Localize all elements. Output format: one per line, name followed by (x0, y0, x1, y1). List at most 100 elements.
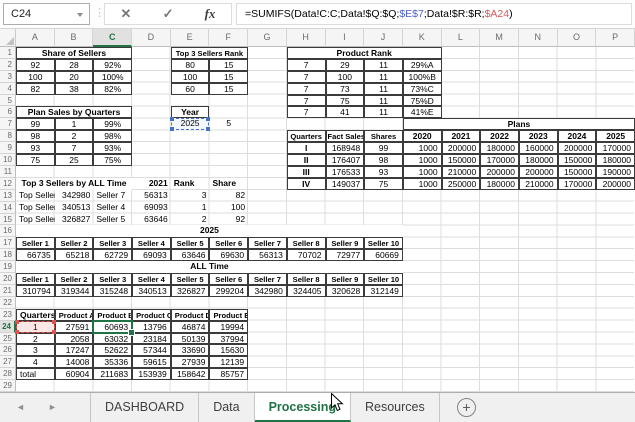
row-header-17[interactable]: 17 (0, 237, 16, 249)
cell-B18[interactable]: 65218 (55, 249, 94, 261)
cell-E20[interactable]: Seller 5 (171, 273, 210, 285)
cell-I9[interactable]: 168948 (326, 142, 365, 154)
cell-D21[interactable]: 340513 (132, 285, 171, 297)
cell-I11[interactable]: 176533 (326, 166, 365, 178)
row-header-21[interactable]: 21 (0, 285, 16, 297)
cell-C17[interactable]: Seller 3 (93, 237, 132, 249)
cell-F28[interactable]: 85757 (209, 368, 248, 380)
name-box-dropdown-icon[interactable] (77, 13, 83, 17)
cell-M8[interactable]: 2022 (480, 130, 519, 142)
cell-J10[interactable]: 98 (364, 154, 403, 166)
cell-B13[interactable]: 342980 (55, 190, 94, 202)
cell-B23[interactable]: Product A (55, 309, 94, 321)
cell-E12[interactable]: Rank (171, 178, 210, 190)
cell-E28[interactable]: 158642 (171, 368, 210, 380)
row-header-29[interactable]: 29 (0, 380, 16, 392)
cell-D12[interactable]: 2021 (132, 178, 171, 190)
cell-L10[interactable]: 150000 (442, 154, 481, 166)
row-header-5[interactable]: 5 (0, 95, 16, 107)
cell-K8[interactable]: 2020 (403, 130, 442, 142)
cell-C27[interactable]: 35336 (93, 356, 132, 368)
cell-A7[interactable]: 99 (16, 118, 55, 130)
cell-B27[interactable]: 14008 (55, 356, 94, 368)
cell-C25[interactable]: 63032 (93, 333, 132, 345)
cell-F3[interactable]: 15 (209, 71, 248, 83)
cell-F20[interactable]: Seller 6 (209, 273, 248, 285)
cell-L9[interactable]: 200000 (442, 142, 481, 154)
cell-H12[interactable]: IV (287, 178, 326, 190)
cell-F24[interactable]: 19994 (209, 321, 248, 333)
cell-F12[interactable]: Share (209, 178, 248, 190)
cell-K12[interactable]: 1000 (403, 178, 442, 190)
cell-K7[interactable]: Plans (403, 118, 635, 130)
cell-A14[interactable]: Top Seller 2 (16, 202, 55, 214)
cell-C7[interactable]: 99% (93, 118, 132, 130)
cell-H9[interactable]: I (287, 142, 326, 154)
cell-I12[interactable]: 149037 (326, 178, 365, 190)
cell-F7[interactable]: 5 (209, 118, 248, 130)
cell-E26[interactable]: 33690 (171, 344, 210, 356)
cell-H1[interactable]: Product Rank (287, 47, 442, 59)
cell-J9[interactable]: 99 (364, 142, 403, 154)
row-header-9[interactable]: 9 (0, 142, 16, 154)
cell-C18[interactable]: 62729 (93, 249, 132, 261)
cell-K6[interactable]: 41%E (403, 106, 442, 118)
cell-K9[interactable]: 1000 (403, 142, 442, 154)
col-header-E[interactable]: E (171, 29, 210, 47)
cell-A20[interactable]: Seller 1 (16, 273, 55, 285)
cell-E24[interactable]: 46874 (171, 321, 210, 333)
cell-F26[interactable]: 15630 (209, 344, 248, 356)
cell-H4[interactable]: 7 (287, 83, 326, 95)
sheet-tab-resources[interactable]: Resources (351, 393, 440, 422)
cell-K3[interactable]: 100%B (403, 71, 442, 83)
cell-J21[interactable]: 312149 (364, 285, 403, 297)
cell-A26[interactable]: 3 (16, 344, 55, 356)
cell-E18[interactable]: 63646 (171, 249, 210, 261)
cell-I2[interactable]: 29 (326, 59, 365, 71)
cell-B9[interactable]: 7 (55, 142, 94, 154)
cell-M10[interactable]: 170000 (480, 154, 519, 166)
cell-E4[interactable]: 60 (171, 83, 210, 95)
cell-L11[interactable]: 210000 (442, 166, 481, 178)
cell-J12[interactable]: 75 (364, 178, 403, 190)
cell-A13[interactable]: Top Seller 1 (16, 190, 55, 202)
cell-C28[interactable]: 211683 (93, 368, 132, 380)
cell-O12[interactable]: 170000 (558, 178, 597, 190)
row-header-24[interactable]: 24 (0, 321, 16, 333)
ref-handle[interactable] (206, 127, 210, 131)
cell-D23[interactable]: Product C (132, 309, 171, 321)
ref-handle[interactable] (52, 330, 56, 334)
fill-handle[interactable] (128, 329, 135, 336)
cell-J5[interactable]: 11 (364, 95, 403, 107)
cell-A12[interactable]: Top 3 Sellers by ALL Time (16, 178, 132, 190)
cell-P10[interactable]: 180000 (596, 154, 635, 166)
sheet-tab-data[interactable]: Data (199, 393, 254, 422)
cell-A8[interactable]: 98 (16, 130, 55, 142)
cell-H8[interactable]: Quarters (287, 130, 326, 142)
cell-F25[interactable]: 37994 (209, 333, 248, 345)
row-header-27[interactable]: 27 (0, 356, 16, 368)
cell-B15[interactable]: 326827 (55, 214, 94, 226)
cell-E2[interactable]: 80 (171, 59, 210, 71)
cell-B10[interactable]: 25 (55, 154, 94, 166)
cell-A27[interactable]: 4 (16, 356, 55, 368)
cell-L8[interactable]: 2021 (442, 130, 481, 142)
cell-F2[interactable]: 15 (209, 59, 248, 71)
cell-J17[interactable]: Seller 10 (364, 237, 403, 249)
cell-I21[interactable]: 320628 (326, 285, 365, 297)
cell-C8[interactable]: 98% (93, 130, 132, 142)
cell-D13[interactable]: 56313 (132, 190, 171, 202)
ref-handle[interactable] (15, 330, 19, 334)
cell-D17[interactable]: Seller 4 (132, 237, 171, 249)
cell-C13[interactable]: Seller 7 (93, 190, 132, 202)
cell-J2[interactable]: 11 (364, 59, 403, 71)
col-header-L[interactable]: L (442, 29, 481, 47)
cell-A28[interactable]: total (16, 368, 55, 380)
cell-D20[interactable]: Seller 4 (132, 273, 171, 285)
cell-G21[interactable]: 342980 (248, 285, 287, 297)
cell-D14[interactable]: 69093 (132, 202, 171, 214)
cell-I3[interactable]: 100 (326, 71, 365, 83)
cell-A23[interactable]: Quarters (16, 309, 55, 321)
cell-O9[interactable]: 200000 (558, 142, 597, 154)
row-header-6[interactable]: 6 (0, 106, 16, 118)
